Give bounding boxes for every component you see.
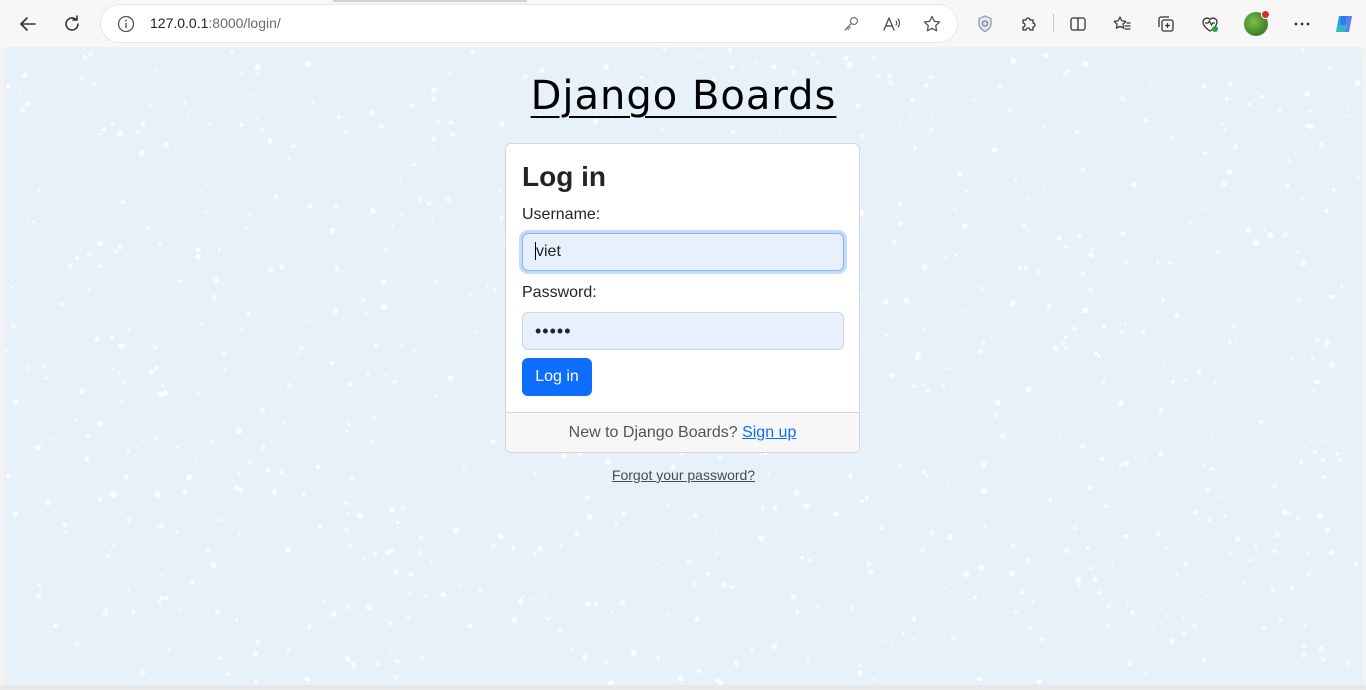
site-title-link[interactable]: Django Boards xyxy=(4,73,1363,119)
forgot-password-link[interactable]: Forgot your password? xyxy=(4,467,1363,483)
url-path: :8000/login/ xyxy=(208,15,281,31)
key-icon xyxy=(844,16,859,31)
login-card: Log in Username: viet Password: ••••• Lo… xyxy=(505,143,860,453)
card-title: Log in xyxy=(522,161,606,192)
signup-link[interactable]: Sign up xyxy=(742,424,796,441)
more-icon xyxy=(1294,22,1310,26)
tab-indicator xyxy=(333,0,527,2)
back-button[interactable] xyxy=(14,10,42,38)
password-label: Password: xyxy=(522,284,597,301)
notification-dot xyxy=(1261,10,1270,19)
collections-icon xyxy=(1158,16,1174,32)
favorites-button[interactable] xyxy=(1110,12,1134,36)
url-host: 127.0.0.1 xyxy=(150,15,209,31)
address-bar[interactable]: 127.0.0.1:8000/login/ xyxy=(101,5,957,42)
back-arrow-icon xyxy=(20,17,36,31)
copilot-icon xyxy=(1336,16,1352,32)
split-screen-icon xyxy=(1070,17,1086,31)
browser-toolbar: 127.0.0.1:8000/login/ xyxy=(0,0,1366,47)
browser-essentials-icon xyxy=(1202,17,1218,32)
favorite-button[interactable] xyxy=(922,14,942,34)
profile-button[interactable] xyxy=(1244,10,1270,36)
username-input[interactable]: viet xyxy=(522,233,844,271)
url-text[interactable]: 127.0.0.1:8000/login/ xyxy=(150,15,281,31)
refresh-icon xyxy=(65,15,79,31)
collections-button[interactable] xyxy=(1154,12,1178,36)
password-manager-button[interactable] xyxy=(841,14,861,34)
password-input[interactable]: ••••• xyxy=(522,312,844,350)
card-body: Log in Username: viet Password: ••••• Lo… xyxy=(506,144,859,412)
tracking-prevention-button[interactable] xyxy=(973,12,997,36)
copilot-button[interactable] xyxy=(1332,12,1356,36)
text-caret xyxy=(535,241,536,260)
toolbar-divider xyxy=(1053,14,1054,32)
read-aloud-icon xyxy=(883,17,901,31)
more-button[interactable] xyxy=(1290,12,1314,36)
star-icon xyxy=(923,15,941,32)
username-label: Username: xyxy=(522,206,601,223)
read-aloud-button[interactable] xyxy=(882,14,902,34)
password-value: ••••• xyxy=(535,321,572,341)
page-viewport: Django Boards Log in Username: viet Pass… xyxy=(4,47,1363,685)
info-icon xyxy=(117,15,135,33)
site-info-button[interactable] xyxy=(116,14,136,34)
refresh-button[interactable] xyxy=(58,10,86,38)
puzzle-icon xyxy=(1022,17,1036,31)
split-screen-button[interactable] xyxy=(1066,12,1090,36)
username-value: viet xyxy=(536,243,561,260)
login-button[interactable]: Log in xyxy=(522,358,592,396)
shield-icon xyxy=(978,15,992,33)
card-footer: New to Django Boards? Sign up xyxy=(506,412,859,452)
signup-prompt: New to Django Boards? xyxy=(568,424,738,441)
favorites-icon xyxy=(1113,16,1131,30)
window-bottom-edge xyxy=(0,685,1366,690)
extensions-button[interactable] xyxy=(1017,12,1041,36)
browser-essentials-button[interactable] xyxy=(1198,12,1222,36)
